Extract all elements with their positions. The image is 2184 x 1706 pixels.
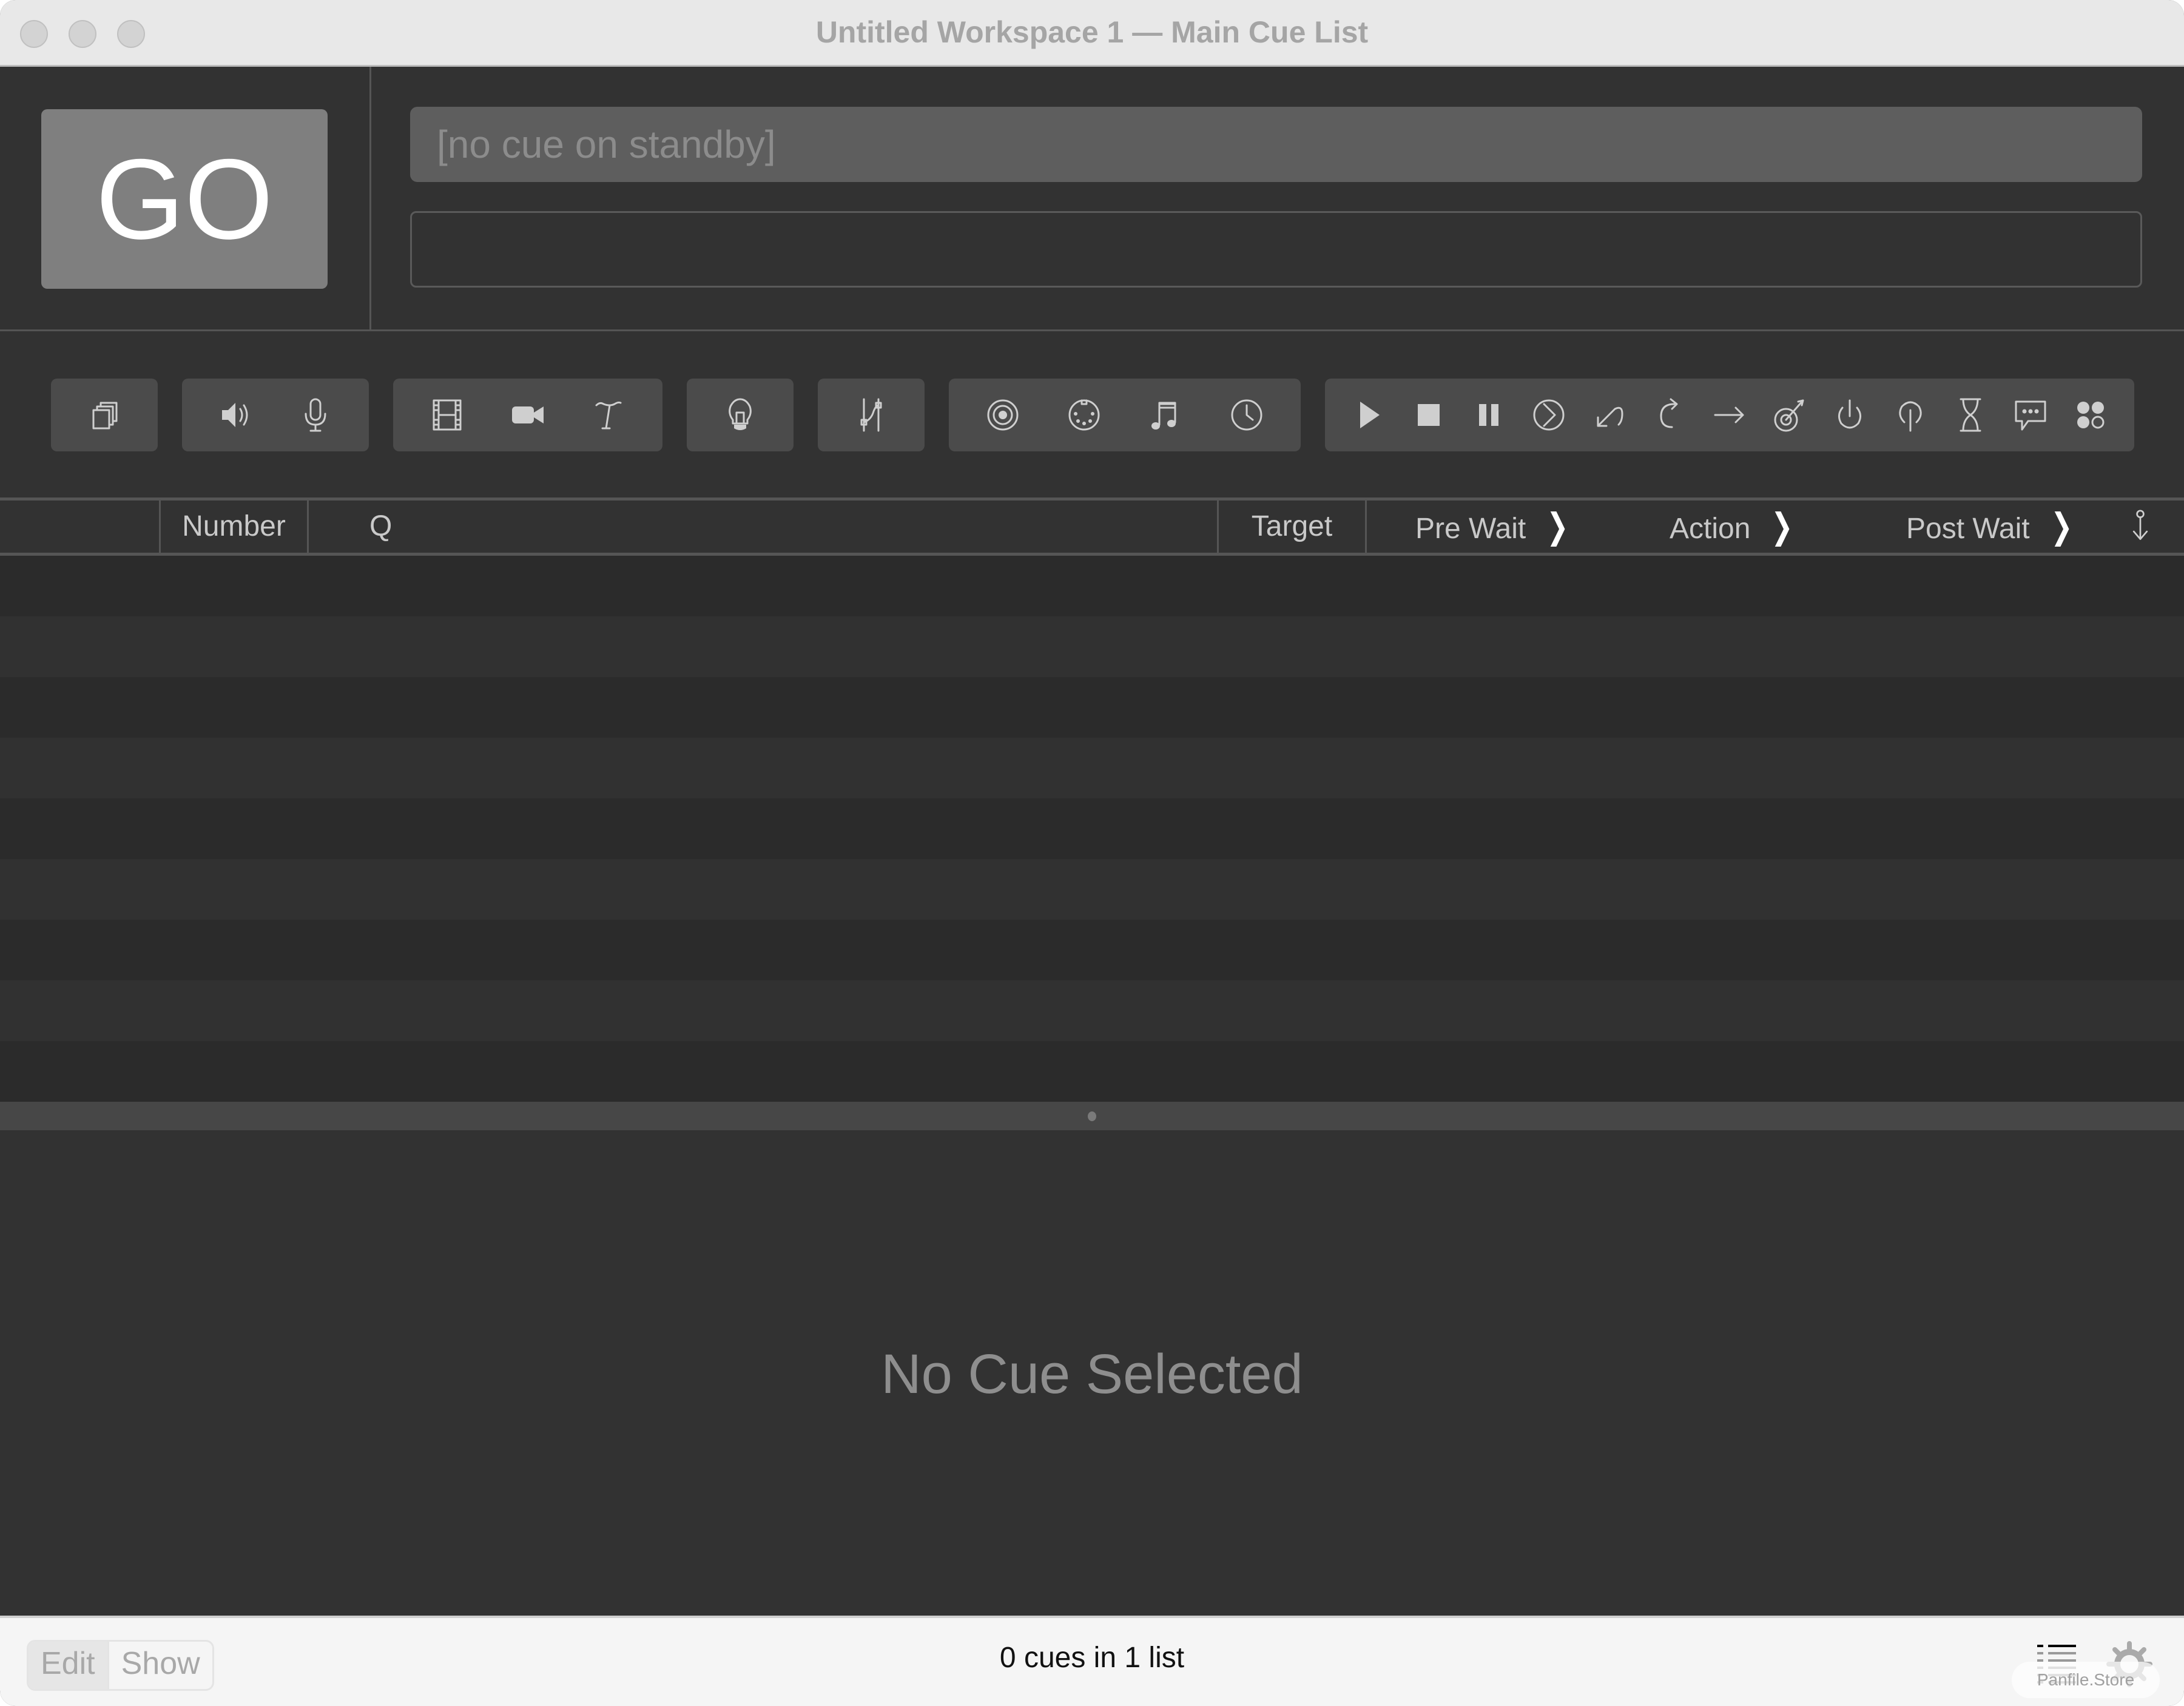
microphone-icon [305,398,326,432]
load-icon [1533,399,1565,431]
new-memo-cue-button[interactable] [2005,385,2056,445]
light-bulb-icon [729,398,752,430]
stop-icon [1417,404,1440,426]
new-group-cue-button[interactable] [79,385,130,445]
group-cue-icon [92,402,118,430]
column-pre-wait[interactable]: Pre Wait ❯ [1365,501,1620,553]
music-note-icon [1151,402,1176,430]
column-post-wait[interactable]: Post Wait ❯ [1875,501,2129,553]
inspector-splitter[interactable] [0,1102,2184,1130]
chevron-right-icon: ❯ [1546,507,1569,546]
play-icon [1360,402,1380,428]
empty-row [0,1041,2184,1102]
new-video-cue-button[interactable] [422,385,473,445]
cue-list-header: Number Q Target Pre Wait ❯ Action ❯ Post W… [0,497,2184,556]
empty-row [0,920,2184,980]
watermark: Panfile.Store [2012,1662,2160,1698]
app-window: Untitled Workspace 1 — Main Cue List GO … [0,0,2184,1706]
new-target-cue-button[interactable] [1764,385,1815,445]
column-continue-mode[interactable] [2129,501,2184,553]
chevron-right-icon: ❯ [1771,507,1793,546]
toolbar-group-group [51,379,158,451]
action-label: Action [1670,513,1751,545]
window-title: Untitled Workspace 1 — Main Cue List [815,15,1369,49]
toolbar-group-control [1325,379,2134,451]
go-button[interactable]: GO [41,109,328,289]
arrow-right-icon [1714,406,1744,423]
new-camera-cue-button[interactable] [502,385,553,445]
empty-row [0,616,2184,677]
no-cue-selected-label: No Cue Selected [881,1343,1303,1405]
speech-bubble-icon [2015,400,2046,431]
video-camera-icon [511,406,544,423]
empty-row [0,980,2184,1041]
column-status[interactable] [0,501,159,553]
cue-list-body[interactable] [0,556,2184,1102]
new-mic-cue-button[interactable] [290,385,341,445]
new-devamp-cue-button[interactable] [1644,385,1695,445]
empty-row [0,738,2184,798]
cue-count-status: 0 cues in 1 list [999,1642,1185,1674]
power-icon [1838,399,1862,429]
new-text-cue-button[interactable] [583,385,634,445]
toolbar-group-network [949,379,1301,451]
hourglass-icon [1960,398,1981,432]
new-goto-cue-button[interactable] [1704,385,1755,445]
splitter-handle[interactable] [1088,1111,1096,1121]
new-light-cue-button[interactable] [715,385,766,445]
new-load-cue-button[interactable] [1523,385,1574,445]
toolbar-group-audio [182,379,369,451]
new-timecode-cue-button[interactable] [1221,385,1272,445]
chevron-right-icon: ❯ [2050,507,2073,546]
new-wait-cue-button[interactable] [1945,385,1996,445]
film-strip-icon [433,399,462,431]
new-script-cue-button[interactable] [2065,385,2116,445]
cue-toolbar [0,331,2184,496]
empty-row [0,798,2184,859]
toolbar-group-video [393,379,662,451]
pre-wait-label: Pre Wait [1415,513,1526,545]
new-arm-cue-button[interactable] [1824,385,1875,445]
speaker-icon [222,403,248,427]
empty-row [0,677,2184,738]
new-reset-cue-button[interactable] [1583,385,1634,445]
four-dots-icon [2077,402,2105,429]
clock-icon [1231,399,1262,431]
new-disarm-cue-button[interactable] [1885,385,1936,445]
new-fade-cue-button[interactable] [846,385,897,445]
new-midi-file-cue-button[interactable] [1140,385,1191,445]
title-bar: Untitled Workspace 1 — Main Cue List [0,0,2184,67]
target-icon [1774,399,1804,432]
column-q[interactable]: Q [307,501,1217,553]
empty-row [0,556,2184,616]
new-start-cue-button[interactable] [1343,385,1394,445]
cue-notes-field[interactable] [410,211,2142,288]
devamp-icon [1660,398,1678,428]
post-wait-label: Post Wait [1906,513,2030,545]
new-network-cue-button[interactable] [977,385,1028,445]
midi-port-icon [1068,399,1100,431]
network-target-icon [987,399,1019,431]
status-bar: Edit Show 0 cues in 1 list Panfile.Store [0,1616,2184,1706]
new-audio-cue-button[interactable] [210,385,261,445]
new-stop-cue-button[interactable] [1403,385,1454,445]
go-area: GO [no cue on standby] [0,67,2184,331]
empty-row [0,859,2184,920]
new-midi-cue-button[interactable] [1059,385,1110,445]
toolbar-group-fade [818,379,925,451]
inspector-panel: No Cue Selected [0,1130,2184,1616]
text-icon [595,401,622,430]
column-action[interactable]: Action ❯ [1620,501,1875,553]
reset-icon [1597,406,1623,427]
disarm-icon [1898,401,1922,432]
anchor-icon [2132,510,2148,540]
new-pause-cue-button[interactable] [1463,385,1514,445]
column-number[interactable]: Number [159,501,307,553]
column-target[interactable]: Target [1217,501,1365,553]
top-divider [369,67,371,329]
pause-icon [1479,404,1499,426]
toolbar-group-light [687,379,794,451]
standby-display: [no cue on standby] [410,107,2142,182]
fade-curve-icon [860,398,882,432]
